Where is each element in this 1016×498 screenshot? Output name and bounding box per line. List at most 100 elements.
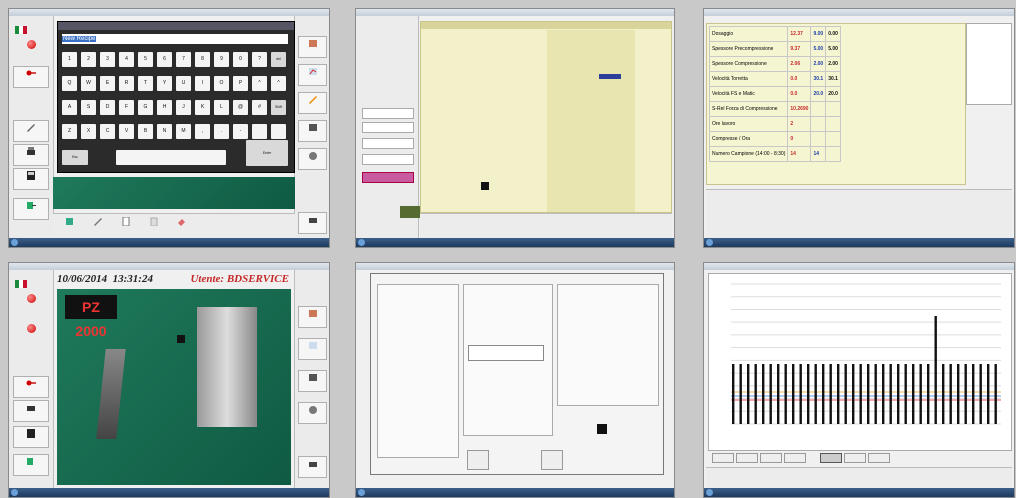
tab-3[interactable] — [760, 453, 782, 463]
key-3-10[interactable] — [252, 124, 267, 139]
login-button[interactable] — [13, 376, 49, 398]
key-0-10[interactable]: ? — [252, 52, 267, 67]
key-1-10[interactable]: ^ — [252, 76, 267, 91]
start-button[interactable] — [11, 239, 18, 246]
key-2-3[interactable]: F — [119, 100, 134, 115]
esc-key[interactable]: Esc — [62, 150, 88, 165]
key-1-4[interactable]: T — [138, 76, 153, 91]
production-cell-blue[interactable]: 9.00 — [810, 26, 827, 42]
key-0-4[interactable]: 5 — [138, 52, 153, 67]
start-button[interactable] — [706, 239, 713, 246]
chart-button[interactable] — [298, 64, 327, 86]
modify-button[interactable] — [87, 216, 109, 235]
gauge-button[interactable] — [298, 402, 327, 424]
delete-button[interactable] — [171, 216, 193, 235]
start-button[interactable] — [706, 489, 713, 496]
key-2-8[interactable]: L — [214, 100, 229, 115]
key-0-3[interactable]: 4 — [119, 52, 134, 67]
tab-2[interactable] — [736, 453, 758, 463]
edit-button[interactable] — [298, 92, 327, 114]
key-0-5[interactable]: 6 — [157, 52, 172, 67]
key-0-7[interactable]: 8 — [195, 52, 210, 67]
enter-key[interactable]: Enter — [246, 140, 288, 166]
production-cell-blue[interactable]: 5.00 — [810, 41, 827, 57]
exit-button[interactable] — [13, 198, 49, 220]
print-button[interactable] — [298, 456, 327, 478]
key-2-11[interactable]: Shift — [271, 100, 286, 115]
start-button[interactable] — [358, 239, 365, 246]
recipe-name-input[interactable]: New Recipe — [62, 34, 288, 44]
key-1-11[interactable]: ^ — [271, 76, 286, 91]
key-3-2[interactable]: C — [100, 124, 115, 139]
key-3-11[interactable] — [271, 124, 286, 139]
key-2-9[interactable]: @ — [233, 100, 248, 115]
key-2-4[interactable]: G — [138, 100, 153, 115]
key-0-2[interactable]: 3 — [100, 52, 115, 67]
key-2-2[interactable]: D — [100, 100, 115, 115]
gauge-button[interactable] — [298, 148, 327, 170]
key-2-1[interactable]: S — [81, 100, 96, 115]
print-button[interactable] — [298, 212, 327, 234]
production-cell-blue[interactable]: 14 — [810, 146, 827, 162]
tools-button[interactable] — [13, 120, 49, 142]
key-1-7[interactable]: I — [195, 76, 210, 91]
recipe-button[interactable] — [298, 36, 327, 58]
key-0-11[interactable]: del — [271, 52, 286, 67]
key-3-3[interactable]: V — [119, 124, 134, 139]
space-key[interactable] — [116, 150, 226, 165]
left-option-1[interactable] — [362, 108, 414, 119]
left-option-selected[interactable] — [362, 172, 414, 183]
save-button[interactable] — [467, 450, 489, 470]
production-cell-blue[interactable] — [810, 116, 827, 132]
left-option-2[interactable] — [362, 122, 414, 133]
paste-button[interactable] — [143, 216, 165, 235]
key-1-1[interactable]: W — [81, 76, 96, 91]
key-0-9[interactable]: 0 — [233, 52, 248, 67]
key-1-0[interactable]: Q — [62, 76, 77, 91]
key-1-9[interactable]: P — [233, 76, 248, 91]
selected-value-cell[interactable] — [599, 74, 621, 79]
key-1-8[interactable]: O — [214, 76, 229, 91]
login-button[interactable] — [13, 66, 49, 88]
key-3-8[interactable]: . — [214, 124, 229, 139]
start-button[interactable] — [11, 489, 18, 496]
key-0-1[interactable]: 2 — [81, 52, 96, 67]
key-3-5[interactable]: N — [157, 124, 172, 139]
report-button[interactable] — [298, 120, 327, 142]
tab-7[interactable] — [868, 453, 890, 463]
start-button[interactable] — [358, 489, 365, 496]
options-listbox[interactable] — [468, 345, 544, 361]
production-cell-blue[interactable] — [810, 101, 827, 117]
machine-button[interactable] — [13, 144, 49, 166]
key-3-6[interactable]: M — [176, 124, 191, 139]
recipe-button[interactable] — [298, 306, 327, 328]
key-3-7[interactable]: , — [195, 124, 210, 139]
key-3-9[interactable]: - — [233, 124, 248, 139]
production-cell-blue[interactable]: 20.0 — [810, 86, 827, 102]
close-button[interactable] — [541, 450, 563, 470]
tab-1[interactable] — [712, 453, 734, 463]
tab-4[interactable] — [784, 453, 806, 463]
key-2-5[interactable]: H — [157, 100, 172, 115]
right-list[interactable] — [966, 23, 1012, 105]
production-cell-blue[interactable]: 30.1 — [810, 71, 827, 87]
new-button[interactable] — [59, 216, 81, 235]
left-option-4[interactable] — [362, 154, 414, 165]
machine-button[interactable] — [13, 400, 49, 422]
key-1-2[interactable]: E — [100, 76, 115, 91]
tab-6[interactable] — [844, 453, 866, 463]
left-option-3[interactable] — [362, 138, 414, 149]
key-0-6[interactable]: 7 — [176, 52, 191, 67]
copy-button[interactable] — [115, 216, 137, 235]
key-2-10[interactable]: # — [252, 100, 267, 115]
tab-5-selected[interactable] — [820, 453, 842, 463]
key-3-0[interactable]: Z — [62, 124, 77, 139]
key-2-7[interactable]: K — [195, 100, 210, 115]
key-0-8[interactable]: 9 — [214, 52, 229, 67]
key-1-5[interactable]: Y — [157, 76, 172, 91]
exit-button[interactable] — [13, 454, 49, 476]
save-button[interactable] — [13, 426, 49, 448]
chart-button[interactable] — [298, 338, 327, 360]
key-2-6[interactable]: J — [176, 100, 191, 115]
key-3-1[interactable]: X — [81, 124, 96, 139]
